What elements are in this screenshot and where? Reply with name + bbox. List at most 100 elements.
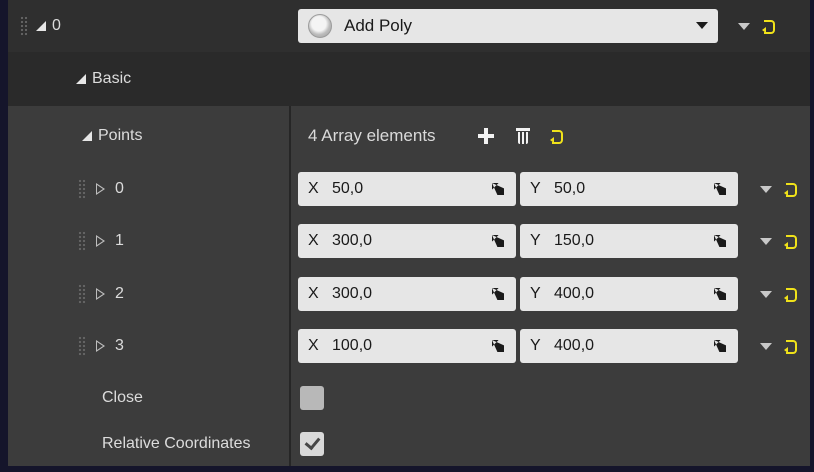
drag-resize-icon [492, 183, 504, 195]
property-value-cell: X 300,0 Y 150,0 [298, 215, 798, 267]
property-value-cell [290, 422, 324, 466]
details-panel: 0 Add Poly Basic Points 4 Array elements… [8, 0, 810, 466]
x-field[interactable]: X 300,0 [298, 277, 516, 311]
point-index-label: 0 [115, 180, 124, 197]
point-row: 1 X 300,0 Y 150,0 [8, 215, 810, 267]
property-name-cell: 0 [8, 0, 289, 52]
property-name-cell: Relative Coordinates [8, 422, 289, 466]
reset-to-default-icon[interactable] [549, 129, 564, 144]
close-row: Close [8, 374, 810, 422]
drag-resize-icon [714, 183, 726, 195]
y-value: 50,0 [554, 180, 586, 197]
array-count-text: 4 Array elements [308, 126, 436, 145]
shape-type-radio-icon [308, 14, 332, 38]
x-axis-label: X [308, 337, 319, 354]
collapsed-triangle-icon[interactable] [96, 235, 105, 247]
relative-coordinates-label: Relative Coordinates [102, 435, 251, 452]
options-chevron-down-icon[interactable] [760, 342, 772, 350]
expanded-triangle-icon[interactable] [76, 74, 86, 84]
drag-resize-icon [492, 288, 504, 300]
close-label: Close [102, 389, 143, 406]
property-name-cell: 3 [8, 320, 289, 372]
expanded-triangle-icon[interactable] [36, 21, 46, 31]
close-checkbox[interactable] [300, 386, 324, 410]
property-name-cell: 0 [8, 163, 289, 215]
y-value: 150,0 [554, 232, 595, 249]
details-panel-frame: 0 Add Poly Basic Points 4 Array elements… [0, 0, 814, 472]
y-axis-label: Y [530, 337, 541, 354]
options-chevron-down-icon[interactable] [760, 290, 772, 298]
property-value-cell: 4 Array elements [290, 110, 564, 162]
points-label: Points [98, 127, 143, 144]
y-field[interactable]: Y 150,0 [520, 224, 738, 258]
drag-resize-icon [492, 235, 504, 247]
x-value: 300,0 [332, 232, 373, 249]
relative-coordinates-row: Relative Coordinates [8, 422, 810, 466]
x-value: 50,0 [332, 180, 364, 197]
reset-to-default-icon[interactable] [784, 182, 798, 197]
property-value-cell: X 50,0 Y 50,0 [298, 163, 798, 215]
property-value-cell: X 300,0 Y 400,0 [298, 268, 798, 320]
property-name-cell: Close [8, 374, 289, 422]
x-field[interactable]: X 50,0 [298, 172, 516, 206]
property-value-cell: Add Poly [298, 0, 776, 52]
x-value: 100,0 [332, 337, 373, 354]
y-axis-label: Y [530, 232, 541, 249]
shape-type-label: Add Poly [344, 16, 413, 35]
y-value: 400,0 [554, 337, 595, 354]
points-array-row: Points 4 Array elements [8, 110, 810, 162]
drag-handle-icon[interactable] [78, 284, 86, 304]
category-name-cell: Basic [8, 52, 289, 106]
options-chevron-down-icon[interactable] [760, 237, 772, 245]
collapsed-triangle-icon[interactable] [96, 340, 105, 352]
x-value: 300,0 [332, 285, 373, 302]
array-index-label: 0 [52, 17, 61, 34]
shape-type-dropdown[interactable]: Add Poly [298, 9, 718, 43]
category-label: Basic [92, 70, 132, 87]
drag-handle-icon[interactable] [78, 336, 86, 356]
point-row: 2 X 300,0 Y 400,0 [8, 268, 810, 320]
property-name-cell: 2 [8, 268, 289, 320]
chevron-down-icon [696, 22, 708, 29]
y-field[interactable]: Y 400,0 [520, 277, 738, 311]
array-element-row: 0 Add Poly [8, 0, 810, 52]
point-index-label: 3 [115, 337, 124, 354]
x-axis-label: X [308, 180, 319, 197]
property-value-cell: X 100,0 Y 400,0 [298, 320, 798, 372]
plus-icon[interactable] [477, 128, 494, 144]
category-row-basic[interactable]: Basic [8, 52, 810, 106]
x-axis-label: X [308, 285, 319, 302]
y-axis-label: Y [530, 285, 541, 302]
property-value-cell [290, 374, 324, 422]
point-row: 0 X 50,0 Y 50,0 [8, 163, 810, 215]
point-row: 3 X 100,0 Y 400,0 [8, 320, 810, 372]
reset-to-default-icon[interactable] [762, 19, 776, 34]
property-name-cell: Points [8, 110, 289, 162]
expanded-triangle-icon[interactable] [82, 131, 92, 141]
x-axis-label: X [308, 232, 319, 249]
drag-handle-icon[interactable] [78, 179, 86, 199]
y-value: 400,0 [554, 285, 595, 302]
trash-icon[interactable] [515, 128, 530, 144]
x-field[interactable]: X 100,0 [298, 329, 516, 363]
y-field[interactable]: Y 400,0 [520, 329, 738, 363]
y-field[interactable]: Y 50,0 [520, 172, 738, 206]
drag-resize-icon [714, 340, 726, 352]
drag-resize-icon [714, 235, 726, 247]
y-axis-label: Y [530, 180, 541, 197]
x-field[interactable]: X 300,0 [298, 224, 516, 258]
property-name-cell: 1 [8, 215, 289, 267]
collapsed-triangle-icon[interactable] [96, 183, 105, 195]
point-index-label: 2 [115, 285, 124, 302]
options-chevron-down-icon[interactable] [760, 185, 772, 193]
collapsed-triangle-icon[interactable] [96, 288, 105, 300]
reset-to-default-icon[interactable] [784, 287, 798, 302]
relative-coordinates-checkbox[interactable] [300, 432, 324, 456]
reset-to-default-icon[interactable] [784, 234, 798, 249]
point-index-label: 1 [115, 232, 124, 249]
drag-handle-icon[interactable] [78, 231, 86, 251]
reset-to-default-icon[interactable] [784, 339, 798, 354]
drag-resize-icon [714, 288, 726, 300]
options-chevron-down-icon[interactable] [738, 22, 750, 30]
drag-handle-icon[interactable] [20, 16, 28, 36]
